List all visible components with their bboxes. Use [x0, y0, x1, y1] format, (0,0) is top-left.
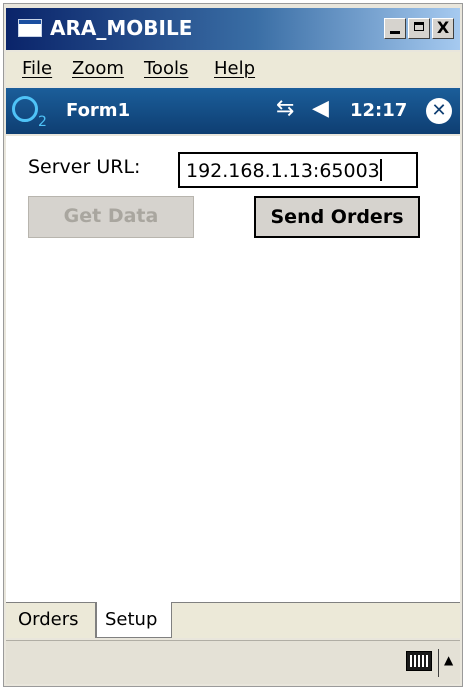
tab-strip: Orders Setup	[6, 602, 460, 638]
title-bar: ARA_MOBILE X	[6, 8, 460, 50]
server-url-label: Server URL:	[28, 156, 141, 178]
menu-zoom[interactable]: Zoom	[72, 58, 124, 79]
o2-logo-subscript: 2	[38, 114, 47, 130]
keyboard-icon[interactable]	[406, 651, 432, 671]
sip-bar: ▲	[6, 640, 460, 684]
menu-tools[interactable]: Tools	[144, 58, 188, 79]
tab-orders[interactable]: Orders	[10, 602, 96, 638]
app-window-icon	[18, 19, 42, 37]
menu-help[interactable]: Help	[214, 58, 255, 79]
form-title: Form1	[66, 100, 131, 121]
window-title: ARA_MOBILE	[50, 16, 193, 40]
get-data-button[interactable]: Get Data	[28, 196, 194, 238]
signal-icon[interactable]: ⇆	[276, 96, 294, 121]
text-caret	[379, 159, 382, 181]
speaker-icon[interactable]: ◀	[312, 96, 329, 121]
menu-bar: File Zoom Tools Help	[6, 52, 460, 86]
device-status-bar: 2 Form1 ⇆ ◀ 12:17 ✕	[6, 88, 460, 134]
setup-panel: Server URL: 192.168.1.13:65003 Get Data …	[6, 136, 460, 602]
close-button[interactable]: X	[432, 18, 454, 39]
minimize-icon	[390, 31, 400, 34]
send-orders-button[interactable]: Send Orders	[254, 196, 420, 238]
minimize-button[interactable]	[384, 18, 406, 39]
tab-setup[interactable]: Setup	[96, 602, 172, 638]
maximize-button[interactable]	[408, 18, 430, 39]
maximize-icon	[414, 22, 424, 31]
clock-time[interactable]: 12:17	[350, 100, 407, 121]
server-url-value: 192.168.1.13:65003	[186, 160, 380, 182]
sip-arrow-icon[interactable]: ▲	[444, 653, 453, 667]
sip-separator	[438, 649, 439, 677]
o2-logo-ring	[12, 96, 38, 122]
o2-logo: 2	[12, 94, 56, 132]
server-url-input[interactable]: 192.168.1.13:65003	[178, 152, 418, 188]
menu-file[interactable]: File	[22, 58, 52, 79]
form-close-button[interactable]: ✕	[426, 98, 452, 124]
